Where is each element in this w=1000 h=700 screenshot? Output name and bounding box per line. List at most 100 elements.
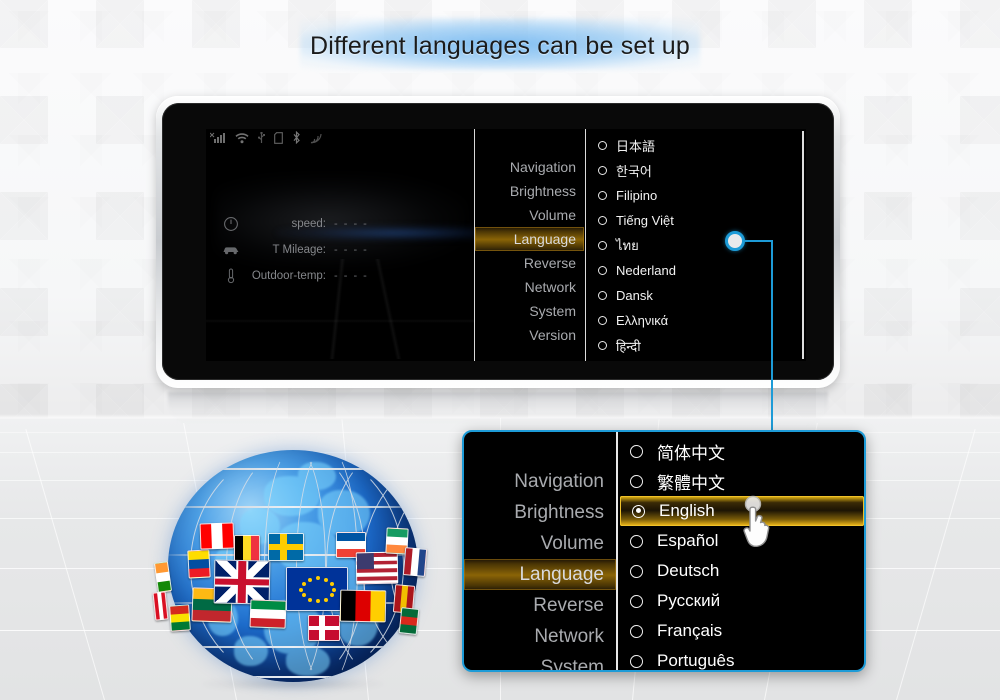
popup-language-list: 简体中文 繁體中文 English Español Deutsch Русский Fran… [618,436,864,670]
popup-settings-menu-item-language[interactable]: Language [464,559,616,590]
language-list-item-label: Nederland [616,263,676,278]
callout-leader-line-horizontal [745,240,773,242]
radio-button-icon[interactable] [598,341,607,350]
dashboard-value-speed: - - - - [334,218,369,230]
car-icon [220,244,242,256]
language-list-item[interactable]: ไทย [598,233,806,258]
language-list-item-label: Filipino [616,188,658,203]
language-list-item[interactable]: Filipino [598,183,806,208]
language-list-item[interactable]: Dansk [598,283,806,308]
radio-button-icon[interactable] [630,444,643,458]
settings-menu-item-brightness[interactable]: Brightness [475,179,584,203]
popup-settings-menu-item-navigation[interactable]: Navigation [464,466,616,497]
settings-menu-item-volume[interactable]: Volume [475,203,584,227]
popup-settings-menu: Navigation Brightness Volume Language Revers… [464,432,616,670]
dashboard-row-speed: speed: - - - - [220,215,368,233]
floor-grid-line [25,429,105,700]
settings-menu: Navigation Brightness Volume Language Revers… [474,129,584,361]
flag-bolivia [169,604,191,632]
popup-language-item-label: Русский [657,591,721,610]
dashboard-label-speed: speed: [291,218,326,230]
radio-button-icon[interactable] [598,141,607,150]
popup-language-item-label: English [659,501,715,520]
language-list-item-label: 日本語 [616,139,656,154]
radio-button-icon[interactable] [598,191,607,200]
settings-menu-item-version[interactable]: Version [475,323,584,347]
flag-united-kingdom [213,559,271,605]
language-list-item-label: Tiếng Việt [616,213,674,228]
flag-netherlands [402,547,428,577]
radio-button-icon[interactable] [598,316,607,325]
radio-button-icon[interactable] [598,166,607,175]
popup-language-item[interactable]: 繁體中文 [618,466,864,496]
flag-italy [249,599,287,629]
popup-settings-menu-item-reverse[interactable]: Reverse [464,590,616,621]
dashboard-label-outdoor-temp: Outdoor-temp: [251,270,326,282]
language-settings-popup: Navigation Brightness Volume Language Revers… [462,430,866,672]
language-list-scrollbar[interactable] [802,131,804,359]
device-reflection [168,392,828,426]
wifi-icon [235,131,249,149]
floor-grid-line [896,429,976,700]
language-list-item-label: हिन्दी [616,338,641,354]
flag-peru [152,591,169,621]
speedometer-icon [220,216,242,232]
popup-language-item[interactable]: Français [618,616,864,646]
callout-marker-dot [725,231,745,251]
language-list-item[interactable]: 한국어 [598,158,806,183]
radio-button-icon[interactable] [630,474,643,488]
popup-language-item-label: 简体中文 [657,443,725,463]
flag-canada [199,522,235,550]
popup-settings-menu-item-network[interactable]: Network [464,621,616,652]
flag-united-states [355,551,399,585]
language-list-item[interactable]: Ελληνικά [598,308,806,333]
radio-button-selected-icon[interactable] [632,504,645,518]
dashboard-row-mileage: T Mileage: - - - - [220,241,368,259]
popup-settings-menu-item-brightness[interactable]: Brightness [464,497,616,528]
flag-ecuador [187,549,211,579]
settings-menu-item-reverse[interactable]: Reverse [475,251,584,275]
thermometer-icon [220,268,242,284]
radio-button-icon[interactable] [598,216,607,225]
language-list-item[interactable]: हिन्दी [598,333,806,358]
language-list-item-label: Ελληνικά [616,313,669,328]
globe-flag-ring [150,440,440,690]
settings-menu-item-language[interactable]: Language [475,227,584,251]
popup-language-item[interactable]: Русский [618,586,864,616]
popup-language-item[interactable]: Português [618,646,864,670]
radio-button-icon[interactable] [630,564,643,578]
radio-button-icon[interactable] [598,291,607,300]
popup-language-item[interactable]: 简体中文 [618,436,864,466]
page-title: Different languages can be set up [309,32,690,60]
dashboard-panel: speed: - - - - T Mileage: - - - - Outdoo… [206,149,486,361]
radio-button-icon[interactable] [630,624,643,638]
flag-germany [339,589,387,623]
popup-language-item[interactable]: Deutsch [618,556,864,586]
flag-european-union [286,567,348,611]
popup-settings-menu-item-system[interactable]: System [464,652,616,670]
language-list-item[interactable]: Nederland [598,258,806,283]
radio-button-icon[interactable] [630,534,643,548]
flag-india [153,561,173,593]
device-ui: speed: - - - - T Mileage: - - - - Outdoo… [206,129,806,361]
radio-button-icon[interactable] [598,241,607,250]
bluetooth-icon [292,130,301,149]
signal-off-icon [209,131,226,149]
settings-menu-item-navigation[interactable]: Navigation [475,155,584,179]
radio-button-icon[interactable] [630,594,643,608]
sdcard-icon [274,131,283,149]
radio-button-icon[interactable] [598,266,607,275]
settings-menu-item-system[interactable]: System [475,299,584,323]
language-list-item[interactable]: Tiếng Việt [598,208,806,233]
settings-menu-item-network[interactable]: Network [475,275,584,299]
popup-language-item-label: Português [657,651,735,670]
language-list-item-label: ไทย [616,238,639,253]
flag-sweden [268,533,304,561]
usb-icon [257,131,265,149]
callout-leader-line-vertical [771,240,773,440]
language-list-item-label: Dansk [616,288,653,303]
world-globe-with-flags [150,440,440,692]
popup-settings-menu-item-volume[interactable]: Volume [464,528,616,559]
radio-button-icon[interactable] [630,654,643,668]
language-list-item[interactable]: 日本語 [598,133,806,158]
